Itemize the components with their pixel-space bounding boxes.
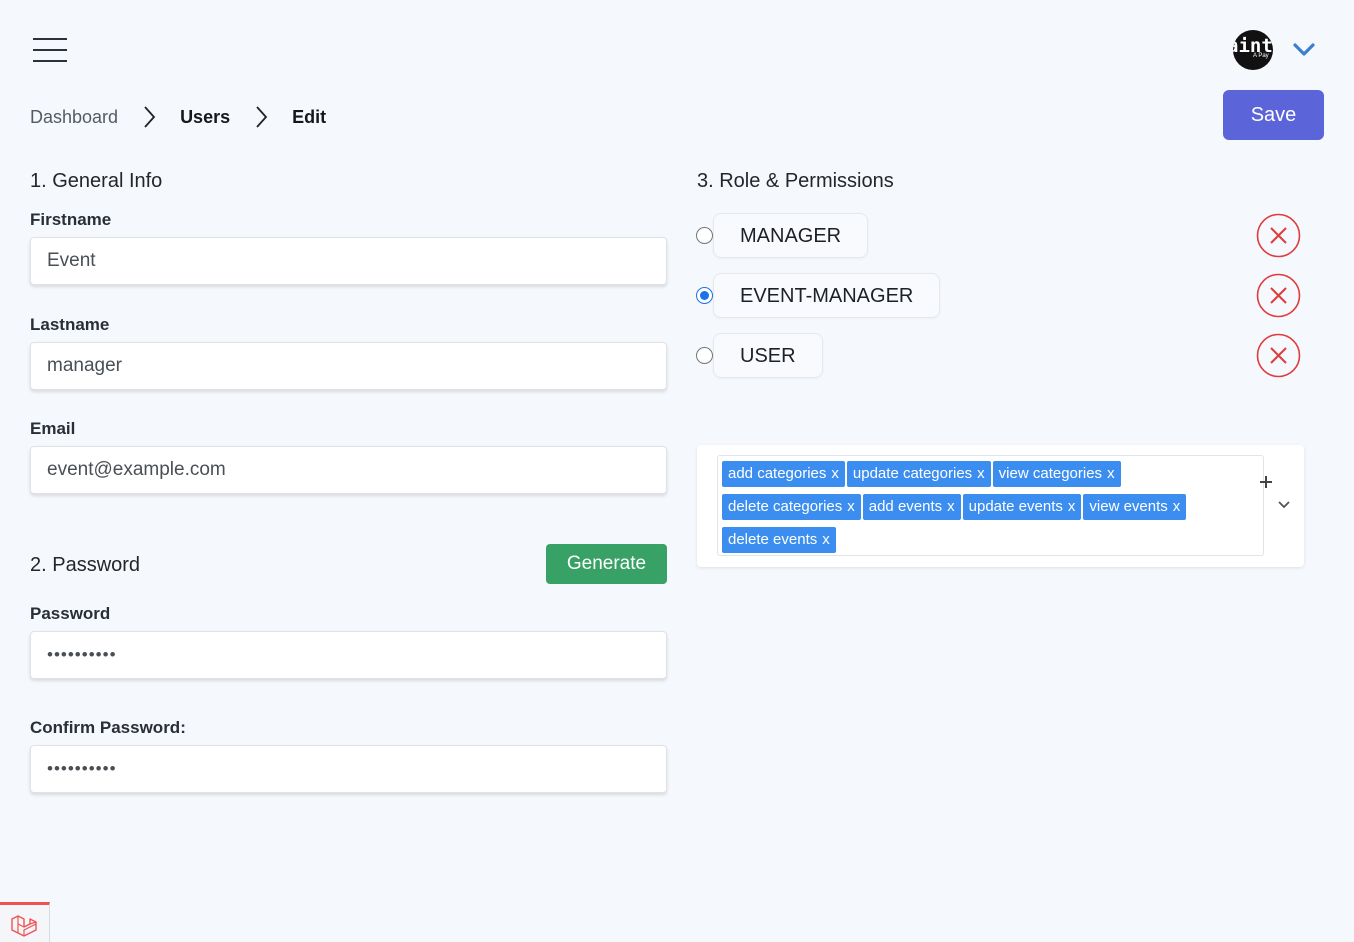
- role-radio-user[interactable]: [696, 347, 713, 364]
- permissions-multiselect: add categories x update categories x view ca…: [697, 445, 1304, 567]
- roles-section-title: 3. Role & Permissions: [697, 170, 894, 192]
- avatar[interactable]: aint A Pay: [1233, 30, 1273, 70]
- chevron-down-icon[interactable]: [1277, 500, 1291, 510]
- tag-remove-icon[interactable]: x: [977, 465, 985, 482]
- permission-tag: view categories x: [992, 461, 1121, 487]
- confirm-password-field[interactable]: [30, 745, 667, 793]
- tag-remove-icon[interactable]: x: [1107, 465, 1115, 482]
- role-row-event-manager: EVENT-MANAGER: [696, 273, 1306, 319]
- email-field[interactable]: [30, 446, 667, 494]
- chevron-right-icon: [144, 106, 156, 128]
- firstname-field[interactable]: [30, 237, 667, 285]
- role-row-manager: MANAGER: [696, 213, 1306, 259]
- role-radio-event-manager[interactable]: [696, 287, 713, 304]
- permission-tag: add categories x: [722, 461, 845, 487]
- role-label-user[interactable]: USER: [713, 333, 823, 378]
- email-label: Email: [30, 419, 76, 438]
- role-label-event-manager[interactable]: EVENT-MANAGER: [713, 273, 941, 318]
- confirm-password-label: Confirm Password:: [30, 718, 186, 737]
- permissions-tag-list[interactable]: add categories x update categories x view ca…: [717, 455, 1272, 556]
- tag-remove-icon[interactable]: x: [822, 531, 830, 548]
- chevron-right-icon: [256, 106, 268, 128]
- password-label: Password: [30, 604, 111, 623]
- generate-password-button[interactable]: Generate: [546, 544, 667, 584]
- hamburger-menu-icon[interactable]: [33, 38, 67, 62]
- permission-tag: update events x: [962, 494, 1082, 520]
- permission-tag: update categories x: [846, 461, 991, 487]
- debugbar-toggle[interactable]: [0, 902, 50, 942]
- lastname-label: Lastname: [30, 315, 110, 334]
- circle-x-icon[interactable]: [1256, 333, 1301, 378]
- tag-remove-icon[interactable]: x: [1068, 498, 1076, 515]
- plus-icon[interactable]: [1259, 475, 1273, 489]
- general-info-title: 1. General Info: [30, 170, 163, 192]
- laravel-logo-icon: [11, 915, 37, 937]
- lastname-field[interactable]: [30, 342, 667, 390]
- permission-tag: delete categories x: [722, 494, 861, 520]
- breadcrumb: Dashboard Users Edit: [30, 104, 326, 130]
- tag-remove-icon[interactable]: x: [947, 498, 955, 515]
- breadcrumb-edit: Edit: [292, 106, 327, 127]
- breadcrumb-dashboard[interactable]: Dashboard: [30, 107, 118, 128]
- tag-remove-icon[interactable]: x: [1173, 498, 1181, 515]
- circle-x-icon[interactable]: [1256, 273, 1301, 318]
- tag-remove-icon[interactable]: x: [831, 465, 839, 482]
- role-label-manager[interactable]: MANAGER: [713, 213, 869, 258]
- save-button[interactable]: Save: [1223, 90, 1324, 140]
- avatar-logo-subtext: A Pay: [1253, 53, 1269, 59]
- chevron-down-icon[interactable]: [1292, 40, 1316, 58]
- breadcrumb-users[interactable]: Users: [180, 107, 230, 128]
- top-bar: aint A Pay: [0, 0, 1354, 100]
- role-radio-manager[interactable]: [696, 227, 713, 244]
- permission-tag: add events x: [862, 494, 961, 520]
- password-field[interactable]: [30, 631, 667, 679]
- permission-tag: view events x: [1083, 494, 1187, 520]
- circle-x-icon[interactable]: [1256, 213, 1301, 258]
- role-row-user: USER: [696, 333, 1306, 379]
- firstname-label: Firstname: [30, 210, 112, 229]
- permission-tag: delete events x: [722, 527, 836, 553]
- tag-remove-icon[interactable]: x: [847, 498, 855, 515]
- password-section-title: 2. Password: [30, 554, 141, 576]
